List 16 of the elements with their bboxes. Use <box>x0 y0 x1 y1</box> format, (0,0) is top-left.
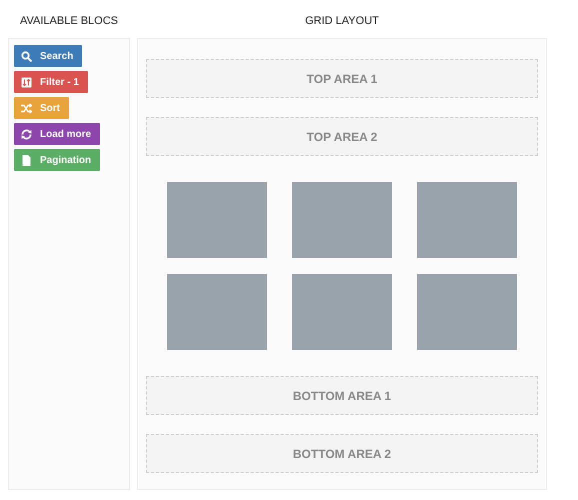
shuffle-icon <box>21 102 32 114</box>
bottom-area: BOTTOM AREA 2 <box>146 434 538 473</box>
top-area: TOP AREA 2 <box>146 117 538 156</box>
bloc-button[interactable]: Search <box>14 45 82 67</box>
bottom-area: BOTTOM AREA 1 <box>146 376 538 415</box>
reload-icon <box>21 128 32 140</box>
bloc-button[interactable]: Pagination <box>14 149 100 171</box>
search-icon <box>21 50 32 62</box>
panel-title: AVAILABLE BLOCS <box>18 14 120 29</box>
document-icon <box>21 154 32 166</box>
top-area: TOP AREA 1 <box>146 59 538 98</box>
panel-title: GRID LAYOUT <box>304 14 380 29</box>
sort-order-icon <box>21 76 32 88</box>
bloc-button[interactable]: Load more <box>14 123 100 145</box>
bloc-button[interactable]: Sort <box>14 97 69 119</box>
bloc-button[interactable]: Filter - 1 <box>14 71 88 93</box>
